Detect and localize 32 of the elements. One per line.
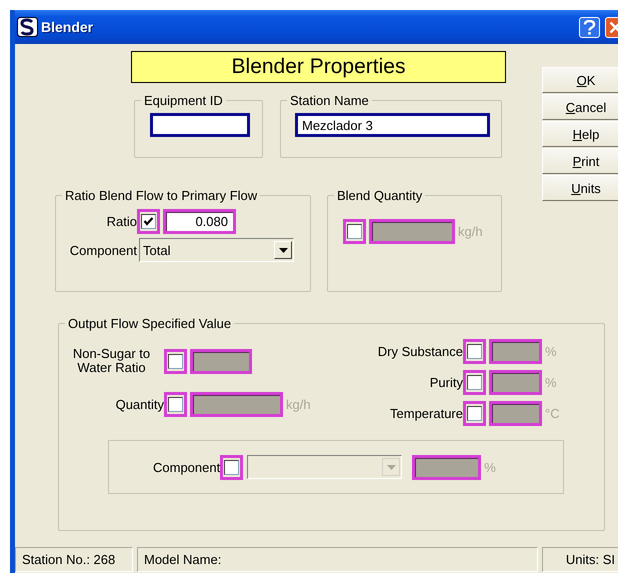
status-text: Model Name: [137, 547, 538, 572]
dialog-button[interactable]: OK [542, 67, 618, 93]
field-label: Non-Sugar to Water Ratio [72, 347, 152, 375]
component-dropdown[interactable]: Total [139, 238, 294, 262]
group-title: Output Flow Specified Value [67, 316, 232, 331]
status-text: Station No.: 268 [15, 547, 133, 572]
unit-label: % [545, 344, 557, 359]
field-label: Temperature [389, 406, 463, 421]
status-text: Units: SI [542, 547, 618, 572]
field-label: Component [153, 460, 220, 474]
group-title: Equipment ID [143, 93, 224, 108]
group-title: Station Name [289, 93, 370, 108]
input-field[interactable]: Mezclador 3 [295, 113, 490, 137]
window-title: Blender [41, 19, 94, 35]
dialog-button[interactable]: Cancel [542, 94, 618, 120]
group-title: Ratio Blend Flow to Primary Flow [64, 188, 258, 203]
field-label: Purity [428, 375, 463, 390]
unit-label: °C [545, 406, 560, 421]
dialog-heading: Blender Properties [131, 51, 506, 83]
unit-label: kg/h [286, 397, 311, 412]
group-title: Blend Quantity [336, 188, 424, 203]
ratio-field[interactable]: 0.080 [163, 209, 236, 234]
unit-label: % [484, 460, 496, 474]
dialog-button[interactable]: Help [542, 121, 618, 147]
unit-label: kg/h [458, 224, 483, 239]
component-label: Component [68, 242, 137, 258]
dialog-button[interactable]: Print [542, 148, 618, 174]
dialog-button[interactable]: Units [542, 175, 618, 201]
unit-label: % [545, 375, 557, 390]
field-label: Quantity [114, 398, 164, 412]
ratio-label: Ratio [106, 214, 137, 229]
field-label: Dry Substance [376, 344, 463, 359]
